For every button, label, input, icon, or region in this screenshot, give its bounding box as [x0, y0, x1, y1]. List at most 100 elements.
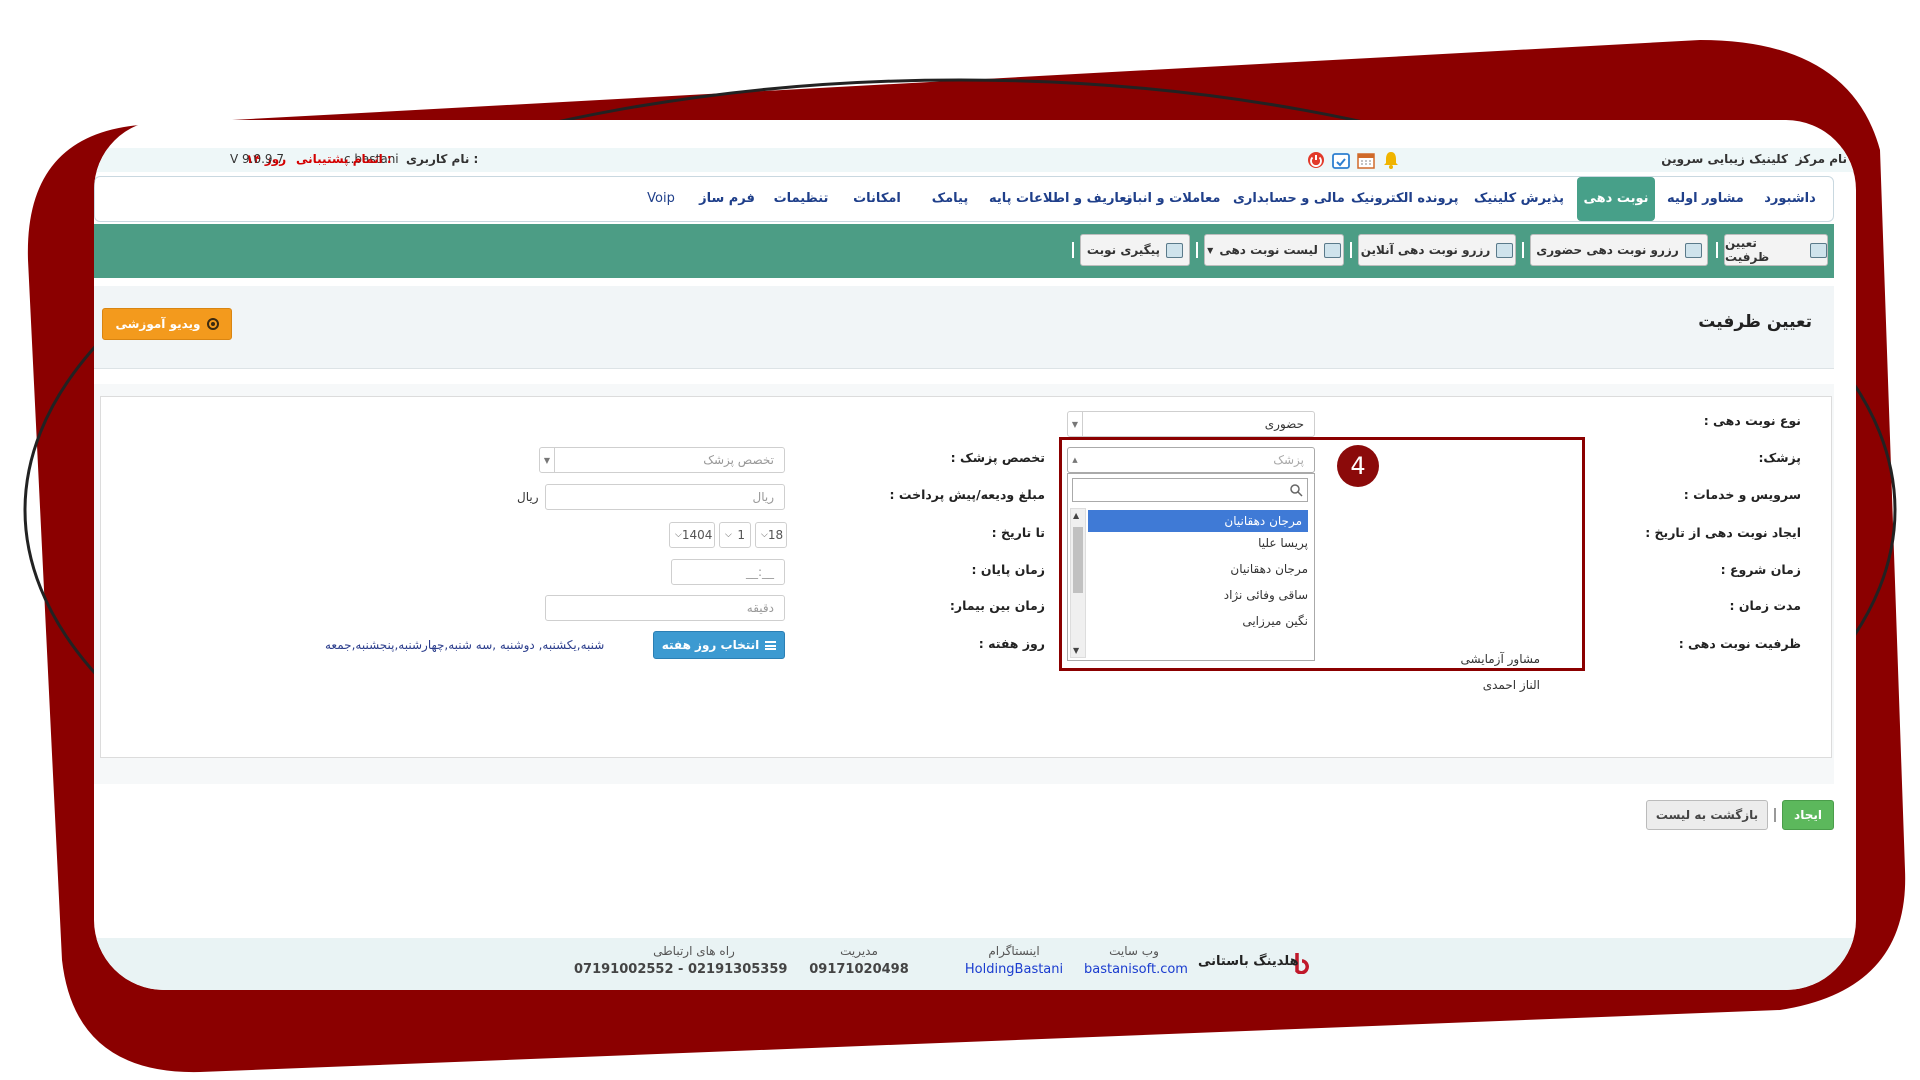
- management-caption: مدیریت: [840, 944, 878, 958]
- monitor-icon: [1496, 242, 1514, 258]
- power-icon[interactable]: [1306, 150, 1328, 170]
- end-time-placeholder: __:__: [745, 565, 774, 579]
- nav-dashboard[interactable]: داشبورد: [1761, 177, 1819, 221]
- capacity-button[interactable]: تعیین ظرفیت: [1724, 234, 1828, 266]
- sub-toolbar: تعیین ظرفیت رزرو نوبت دهی حضوری رزرو نوب…: [94, 224, 1834, 278]
- nav-form-builder[interactable]: فرم ساز: [697, 177, 757, 221]
- nav-electronic-file[interactable]: پرونده الکترونیک: [1351, 177, 1459, 221]
- nav-voip[interactable]: Voip: [639, 177, 683, 221]
- follow-up-label: پیگیری نوبت: [1086, 243, 1161, 257]
- weekday-label: روز هفته :: [978, 636, 1045, 651]
- services-label: سرویس و خدمات :: [1683, 487, 1801, 502]
- instagram-link[interactable]: HoldingBastani: [960, 962, 1068, 977]
- toolbar-separator: [1522, 242, 1524, 258]
- app-screen: نام مرکز : کلینیک زیبایی سروین نام کاربر…: [94, 120, 1856, 990]
- deposit-input[interactable]: ریال: [545, 484, 785, 510]
- instagram-caption: اینستاگرام: [988, 944, 1040, 958]
- to-date-year-select[interactable]: ⌵ 1404: [669, 522, 715, 548]
- online-booking-label: رزرو نوبت دهی آنلاین: [1360, 243, 1491, 257]
- back-to-list-button[interactable]: بازگشت به لیست: [1646, 800, 1768, 830]
- website-link[interactable]: bastanisoft.com: [1084, 962, 1188, 977]
- to-date-day-select[interactable]: ⌵ 18: [755, 522, 787, 548]
- doctor-option[interactable]: مشاور آزمایشی: [1300, 652, 1540, 666]
- chevron-down-icon: ▼: [540, 448, 555, 472]
- to-date-month-select[interactable]: ⌵ 1: [719, 522, 751, 548]
- create-button[interactable]: ایجاد: [1782, 800, 1834, 830]
- specialty-label: تخصص پزشک :: [950, 450, 1045, 465]
- specialty-select[interactable]: ▼ تخصص پزشک: [539, 447, 785, 473]
- page-header: ویدیو آموزشی تعیین ظرفیت: [94, 286, 1834, 369]
- website-caption: وب سایت: [1109, 944, 1159, 958]
- nav-clinic-reception[interactable]: پذیرش کلینیک: [1473, 177, 1565, 221]
- monitor-icon: [1323, 242, 1341, 258]
- appointment-type-value: حضوری: [1264, 417, 1304, 431]
- capacity-button-label: تعیین ظرفیت: [1725, 236, 1770, 264]
- main-nav: داشبورد مشاور اولیه نوبت دهی پذیرش کلینی…: [94, 176, 1834, 222]
- to-date-year: 1404: [681, 528, 713, 542]
- toolbar-separator: [1716, 242, 1718, 258]
- brand-name: هلدینگ باستانی: [1198, 954, 1299, 969]
- calendar-check-icon[interactable]: [1331, 150, 1353, 170]
- form-area: نوع نوبت دهی : ▼ حضوری پزشک: سرویس و خدم…: [94, 384, 1834, 784]
- nav-finance[interactable]: مالی و حسابداری: [1233, 177, 1345, 221]
- nav-transactions[interactable]: معاملات و انبار: [1125, 177, 1220, 221]
- page-title: تعیین ظرفیت: [1698, 312, 1812, 332]
- select-weekday-button[interactable]: انتخاب روز هفته: [653, 631, 785, 659]
- calendar-grid-icon[interactable]: [1356, 150, 1378, 170]
- doctor-label: پزشک:: [1758, 450, 1801, 465]
- monitor-icon: [1684, 242, 1702, 258]
- nav-features[interactable]: امکانات: [847, 177, 907, 221]
- video-tutorial-label: ویدیو آموزشی: [115, 317, 201, 331]
- follow-up-button[interactable]: پیگیری نوبت: [1080, 234, 1190, 266]
- online-booking-button[interactable]: رزرو نوبت دهی آنلاین: [1358, 234, 1516, 266]
- deposit-label: مبلغ ودیعه/پیش پرداخت :: [889, 487, 1046, 502]
- appointment-list-button[interactable]: ▼ لیست نوبت دهی: [1204, 234, 1344, 266]
- end-time-input[interactable]: __:__: [671, 559, 785, 585]
- nav-sms[interactable]: پیامک: [925, 177, 975, 221]
- toolbar-separator: [1196, 242, 1198, 258]
- between-patients-placeholder: دقیقه: [746, 601, 774, 615]
- footer: هلدینگ باستانی وب سایت bastanisoft.com ا…: [94, 938, 1856, 990]
- to-date-label: تا تاریخ :: [991, 525, 1045, 540]
- top-info-bar: نام مرکز : کلینیک زیبایی سروین نام کاربر…: [94, 148, 1856, 172]
- management-phone: 09171020498: [809, 962, 909, 977]
- nav-base-info[interactable]: تعاریف و اطلاعات پایه: [989, 177, 1132, 221]
- appointment-type-label: نوع نوبت دهی :: [1703, 413, 1801, 428]
- toolbar-separator: [1350, 242, 1352, 258]
- contact-caption: راه های ارتباطی: [653, 944, 735, 958]
- to-date-day: 18: [767, 528, 784, 542]
- nav-initial-consultant[interactable]: مشاور اولیه: [1667, 177, 1744, 221]
- center-name: کلینیک زیبایی سروین: [1661, 152, 1788, 166]
- nav-appointments[interactable]: نوبت دهی: [1577, 177, 1655, 221]
- appointment-type-select[interactable]: ▼ حضوری: [1067, 411, 1315, 437]
- chevron-down-icon: ⌵: [761, 530, 768, 540]
- between-patients-input[interactable]: دقیقه: [545, 595, 785, 621]
- list-icon: [765, 640, 777, 650]
- nav-settings[interactable]: تنظیمات: [771, 177, 831, 221]
- step-number-badge: 4: [1337, 445, 1379, 487]
- notification-bell-icon[interactable]: [1381, 150, 1403, 170]
- center-label: نام مرکز :: [1795, 152, 1856, 166]
- specialty-placeholder: تخصص پزشک: [703, 453, 774, 467]
- tutorial-highlight-box: [1059, 437, 1585, 671]
- form-card: نوع نوبت دهی : ▼ حضوری پزشک: سرویس و خدم…: [100, 396, 1832, 758]
- appointment-list-label: لیست نوبت دهی: [1219, 243, 1318, 257]
- between-patients-label: زمان بین بیمار:: [949, 598, 1045, 613]
- in-person-booking-label: رزرو نوبت دهی حضوری: [1536, 243, 1679, 257]
- doctor-option[interactable]: الناز احمدی: [1300, 678, 1540, 692]
- action-separator: [1774, 808, 1776, 822]
- deposit-placeholder: ریال: [752, 490, 774, 504]
- capacity-label: ظرفیت نوبت دهی :: [1678, 636, 1801, 651]
- caret-down-icon: ▼: [1207, 245, 1214, 255]
- start-time-label: زمان شروع :: [1720, 562, 1801, 577]
- video-tutorial-button[interactable]: ویدیو آموزشی: [102, 308, 232, 340]
- selected-weekdays: شنبه,یکشنبه, دوشنبه ,سه شنبه,چهارشنبه,پن…: [325, 638, 605, 652]
- deposit-unit: ریال: [517, 490, 539, 504]
- chevron-down-icon: ▼: [1068, 412, 1083, 436]
- in-person-booking-button[interactable]: رزرو نوبت دهی حضوری: [1530, 234, 1708, 266]
- chevron-down-icon: ⌵: [725, 530, 732, 540]
- username-label: نام کاربری :: [406, 152, 479, 166]
- toolbar-separator: [1072, 242, 1074, 258]
- select-weekday-label: انتخاب روز هفته: [661, 638, 760, 652]
- duration-label: مدت زمان :: [1729, 598, 1801, 613]
